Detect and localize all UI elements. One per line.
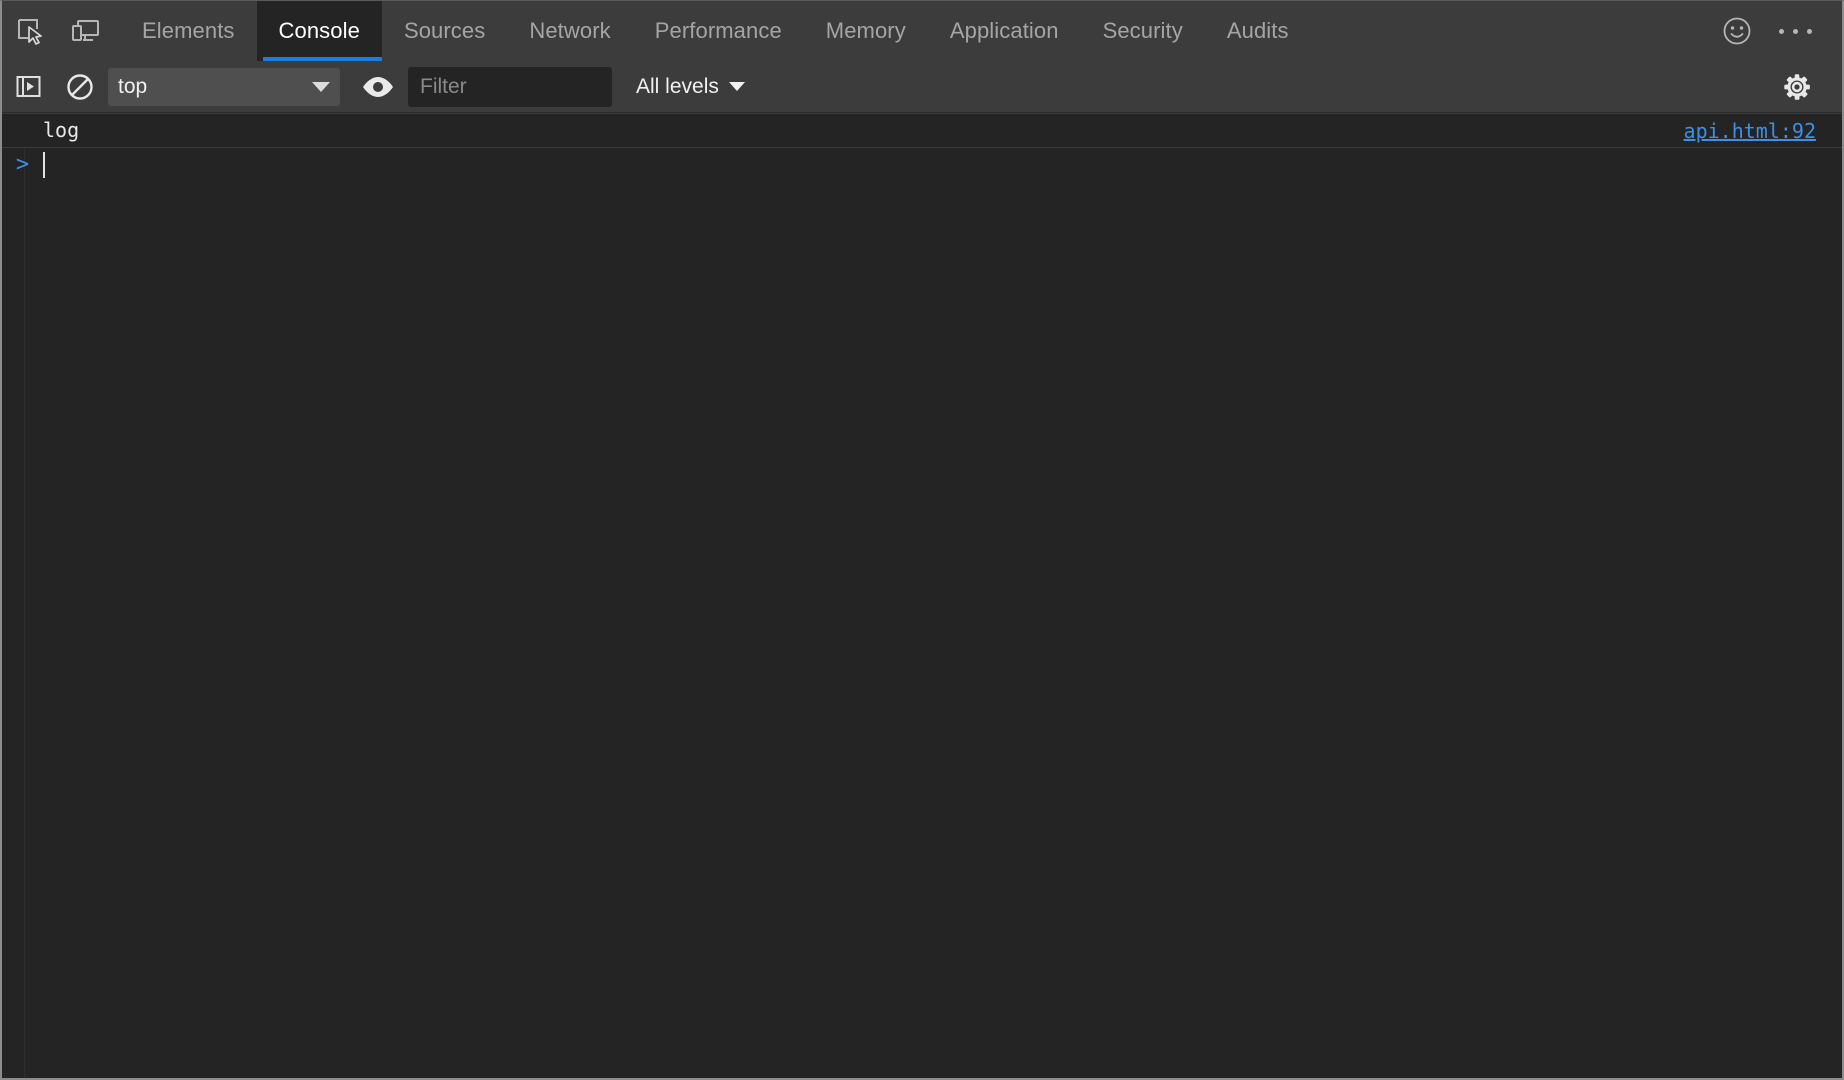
tab-console[interactable]: Console [256, 1, 383, 61]
execution-context-value: top [118, 74, 148, 98]
console-toolbar: top All levels [2, 61, 1842, 113]
tab-elements[interactable]: Elements [120, 1, 257, 61]
devtools-tabbar: Elements Console Sources Network Perform… [2, 1, 1842, 61]
chevron-down-icon [312, 81, 330, 92]
tab-label: Console [278, 18, 360, 43]
device-toolbar-icon[interactable] [58, 1, 114, 61]
inspect-element-icon[interactable] [2, 1, 58, 61]
console-prompt-arrow: > [15, 152, 30, 177]
console-message-area[interactable]: log api.html:92 > [2, 113, 1842, 1078]
console-message-source-link[interactable]: api.html:92 [1684, 119, 1816, 143]
chevron-down-icon [728, 82, 745, 91]
tabbar-right-actions [1708, 1, 1842, 61]
tab-performance[interactable]: Performance [633, 1, 804, 61]
tab-security[interactable]: Security [1081, 1, 1205, 61]
tab-label: Performance [654, 18, 782, 43]
tab-audits[interactable]: Audits [1205, 1, 1311, 61]
tab-label: Network [529, 18, 611, 43]
tab-label: Security [1102, 18, 1183, 43]
execution-context-selector[interactable]: top [108, 67, 340, 106]
tab-application[interactable]: Application [928, 1, 1081, 61]
panel-tab-list: Elements Console Sources Network Perform… [120, 1, 1311, 61]
tab-sources[interactable]: Sources [382, 1, 507, 61]
devtools-window: Elements Console Sources Network Perform… [0, 0, 1844, 1080]
tab-network[interactable]: Network [507, 1, 632, 61]
tab-label: Memory [825, 18, 906, 43]
eye-icon[interactable] [350, 61, 406, 113]
more-options-icon[interactable] [1766, 1, 1824, 61]
console-prompt-caret [43, 152, 45, 178]
log-levels-selector[interactable]: All levels [630, 61, 751, 113]
console-sidebar-toggle-icon[interactable] [2, 61, 54, 113]
tab-label: Sources [403, 18, 486, 43]
console-message-text: log [43, 118, 80, 142]
more-options-dots [1778, 28, 1812, 34]
gear-icon[interactable] [1768, 61, 1826, 113]
console-message-row[interactable]: log api.html:92 [2, 113, 1842, 148]
log-levels-label: All levels [636, 74, 719, 98]
filter-input[interactable] [408, 66, 612, 107]
clear-console-icon[interactable] [54, 61, 106, 113]
tabbar-spacer [1311, 1, 1708, 61]
tab-label: Audits [1226, 18, 1289, 43]
tab-label: Application [949, 18, 1059, 43]
tab-memory[interactable]: Memory [804, 1, 928, 61]
console-prompt-row[interactable]: > [2, 148, 1842, 182]
console-gutter [2, 113, 25, 1078]
smiley-face-icon[interactable] [1708, 1, 1766, 61]
tab-label: Elements [142, 18, 235, 43]
